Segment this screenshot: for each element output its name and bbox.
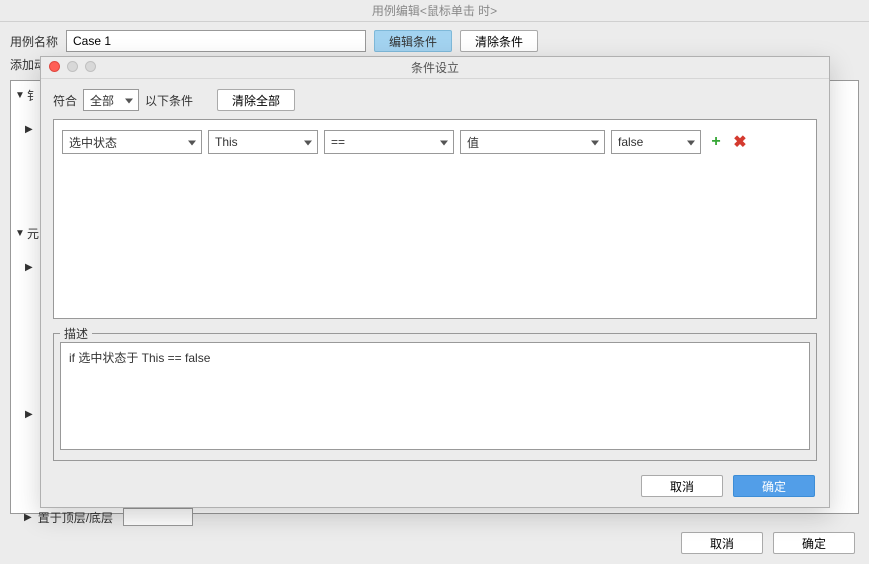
dialog-footer: 取消 确定	[641, 475, 815, 497]
condition-row: 选中状态 This == 值 false + ✖	[62, 130, 808, 154]
clear-condition-button[interactable]: 清除条件	[460, 30, 538, 52]
dialog-cancel-button[interactable]: 取消	[641, 475, 723, 497]
main-window: 用例编辑<鼠标单击 时> 用例名称 编辑条件 清除条件 添加动 ▼ 钅 ▶ ▼ …	[0, 0, 869, 564]
dialog-ok-button[interactable]: 确定	[733, 475, 815, 497]
remove-condition-icon[interactable]: ✖	[731, 133, 749, 151]
main-cancel-button[interactable]: 取消	[681, 532, 763, 554]
case-name-label: 用例名称	[10, 33, 58, 50]
window-controls	[49, 61, 96, 72]
main-footer: 取消 确定	[681, 532, 855, 554]
tree-label-2: 元	[27, 225, 39, 242]
condition-value-select[interactable]: false	[611, 130, 701, 154]
match-type-select[interactable]: 全部	[83, 89, 139, 111]
main-ok-button[interactable]: 确定	[773, 532, 855, 554]
case-name-input[interactable]	[66, 30, 366, 52]
condition-field-select[interactable]: 选中状态	[62, 130, 202, 154]
match-row: 符合 全部 以下条件 清除全部	[53, 89, 817, 111]
match-prefix-label: 符合	[53, 92, 77, 109]
disclosure-down-icon: ▼	[15, 228, 23, 239]
disclosure-right-icon: ▶	[24, 512, 32, 523]
description-legend: 描述	[60, 325, 92, 342]
condition-valuetype-select[interactable]: 值	[460, 130, 605, 154]
layer-slot	[123, 508, 193, 526]
dialog-title: 条件设立	[411, 61, 459, 75]
layer-order-label: 置于顶层/底层	[38, 509, 113, 526]
conditions-list: 选中状态 This == 值 false + ✖	[53, 119, 817, 319]
close-window-icon[interactable]	[49, 61, 60, 72]
edit-condition-button[interactable]: 编辑条件	[374, 30, 452, 52]
minimize-window-icon	[67, 61, 78, 72]
clear-all-button[interactable]: 清除全部	[217, 89, 295, 111]
dialog-body: 符合 全部 以下条件 清除全部 选中状态 This == 值 false + ✖	[41, 79, 829, 471]
zoom-window-icon	[85, 61, 96, 72]
tree-label-1: 钅	[27, 87, 39, 104]
match-suffix-label: 以下条件	[145, 92, 193, 109]
description-fieldset: 描述 if 选中状态于 This == false	[53, 333, 817, 461]
main-window-title: 用例编辑<鼠标单击 时>	[0, 0, 869, 22]
description-text: if 选中状态于 This == false	[60, 342, 810, 450]
layer-order-row[interactable]: ▶ 置于顶层/底层	[24, 508, 193, 526]
dialog-titlebar: 条件设立	[41, 57, 829, 79]
case-row: 用例名称 编辑条件 清除条件	[0, 22, 869, 56]
condition-target-select[interactable]: This	[208, 130, 318, 154]
condition-operator-select[interactable]: ==	[324, 130, 454, 154]
condition-dialog: 条件设立 符合 全部 以下条件 清除全部 选中状态 This == 值 fals…	[40, 56, 830, 508]
disclosure-down-icon: ▼	[15, 90, 23, 101]
add-condition-icon[interactable]: +	[707, 133, 725, 151]
